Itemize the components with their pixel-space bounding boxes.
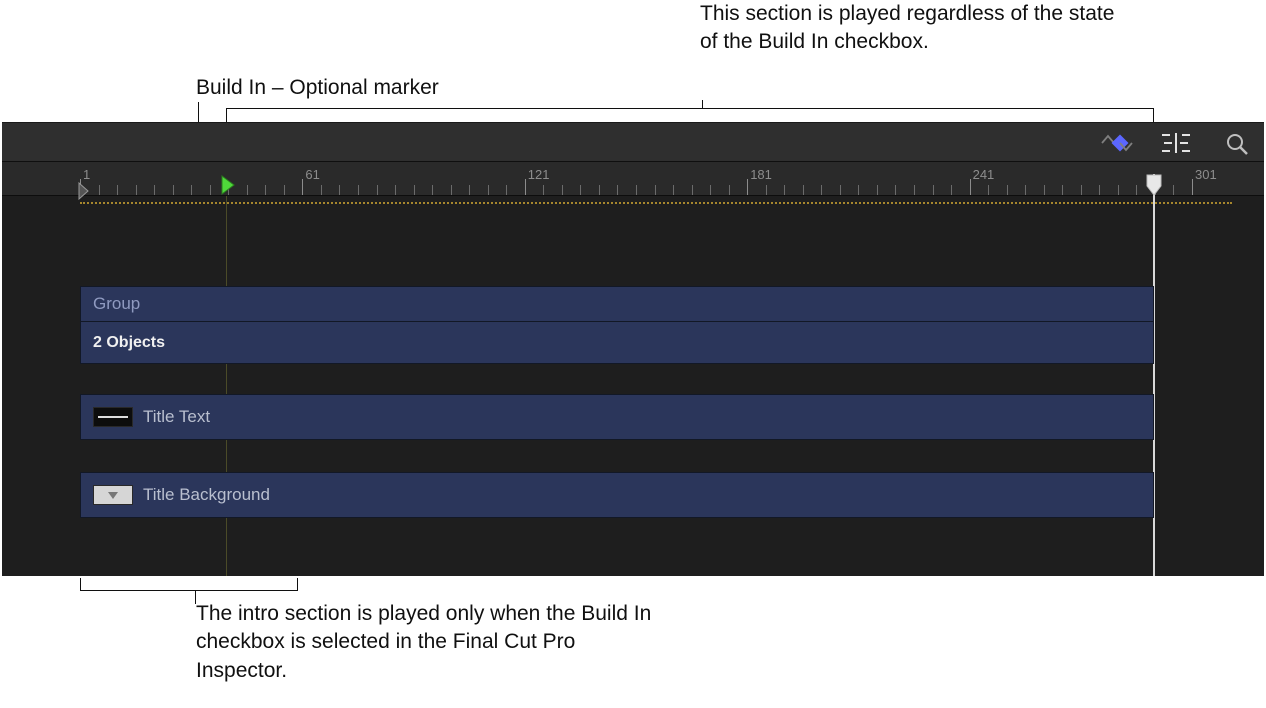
keyframe-icon[interactable] — [1100, 134, 1134, 152]
ruler-tick-minor — [136, 185, 137, 195]
ruler-tick-minor — [247, 185, 248, 195]
ruler-tick-major — [1192, 179, 1193, 195]
ruler-tick-minor — [914, 185, 915, 195]
ruler-tick-minor — [821, 185, 822, 195]
ruler-tick-minor — [655, 185, 656, 195]
ruler-tick-minor — [210, 185, 211, 195]
ruler-tick-label: 1 — [83, 167, 90, 182]
track-label: Title Background — [143, 485, 270, 505]
ruler-tick-minor — [840, 185, 841, 195]
ruler-tick-minor — [636, 185, 637, 195]
timeline-panel: 1 61 121 181 241 301 Group — [2, 122, 1264, 576]
ruler-tick-major — [970, 179, 971, 195]
track-thumbnail — [93, 407, 133, 427]
ruler-tick-minor — [154, 185, 155, 195]
ruler-tick-minor — [99, 185, 100, 195]
ruler-tick-minor — [599, 185, 600, 195]
ruler-tick-major — [525, 179, 526, 195]
ruler-tick-minor — [395, 185, 396, 195]
ruler-tick-minor — [432, 185, 433, 195]
ruler-tick-minor — [1099, 185, 1100, 195]
group-label: Group — [93, 294, 140, 314]
ruler-tick-minor — [729, 185, 730, 195]
ruler-tick-minor — [1173, 185, 1174, 195]
track-thumbnail — [93, 485, 133, 505]
ruler-tick-minor — [339, 185, 340, 195]
ruler-tick-minor — [1025, 185, 1026, 195]
play-range-indicator — [80, 202, 1232, 204]
ruler-tick-minor — [284, 185, 285, 195]
ruler-tick-minor — [692, 185, 693, 195]
ruler-tick-minor — [1062, 185, 1063, 195]
ruler-tick-minor — [377, 185, 378, 195]
ruler-tick-minor — [1007, 185, 1008, 195]
callout-top-right: This section is played regardless of the… — [700, 0, 1120, 57]
ruler-tick-minor — [803, 185, 804, 195]
timeline-body[interactable]: Group 2 Objects Title Text Title Backgro… — [2, 196, 1264, 576]
ruler-tick-minor — [784, 185, 785, 195]
ruler-tick-minor — [488, 185, 489, 195]
title-text-track[interactable]: Title Text — [80, 394, 1154, 440]
bottom-bracket — [80, 578, 298, 598]
ruler-tick-minor — [988, 185, 989, 195]
ruler-tick-minor — [543, 185, 544, 195]
ruler-tick-minor — [191, 185, 192, 195]
build-in-marker-line — [226, 196, 227, 576]
ruler-tick-minor — [321, 185, 322, 195]
ruler-tick-minor — [562, 185, 563, 195]
ruler-tick-minor — [673, 185, 674, 195]
snap-icon[interactable] — [1158, 131, 1194, 155]
ruler-tick-minor — [173, 185, 174, 195]
ruler-tick-minor — [506, 185, 507, 195]
ruler-tick-minor — [617, 185, 618, 195]
ruler-tick-minor — [710, 185, 711, 195]
ruler-tick-minor — [1136, 185, 1137, 195]
ruler-tick-minor — [358, 185, 359, 195]
ruler-tick-major — [302, 179, 303, 195]
ruler-tick-minor — [580, 185, 581, 195]
ruler-tick-label: 121 — [528, 167, 550, 182]
ruler-tick-minor — [414, 185, 415, 195]
ruler-tick-minor — [895, 185, 896, 195]
ruler-tick-minor — [858, 185, 859, 195]
ruler-tick-minor — [1118, 185, 1119, 195]
timeline-toolbar — [2, 122, 1264, 162]
group-header-track[interactable]: Group — [80, 286, 1154, 322]
ruler-tick-major — [747, 179, 748, 195]
build-in-marker[interactable] — [220, 174, 236, 196]
ruler-tick-minor — [1044, 185, 1045, 195]
zoom-icon[interactable] — [1224, 131, 1250, 157]
track-label: Title Text — [143, 407, 210, 427]
ruler-tick-minor — [766, 185, 767, 195]
ruler-tick-minor — [1081, 185, 1082, 195]
ruler-tick-label: 181 — [750, 167, 772, 182]
objects-count-label: 2 Objects — [93, 334, 165, 352]
ruler-tick-label: 241 — [973, 167, 995, 182]
timeline-ruler[interactable]: 1 61 121 181 241 301 — [2, 162, 1264, 196]
callout-top-left: Build In – Optional marker — [196, 74, 439, 102]
title-background-track[interactable]: Title Background — [80, 472, 1154, 518]
ruler-tick-label: 61 — [305, 167, 319, 182]
ruler-tick-minor — [265, 185, 266, 195]
callout-bottom: The intro section is played only when th… — [196, 600, 666, 685]
ruler-tick-minor — [117, 185, 118, 195]
ruler-tick-minor — [877, 185, 878, 195]
play-range-begin-marker[interactable] — [78, 182, 90, 200]
ruler-tick-label: 301 — [1195, 167, 1217, 182]
ruler-tick-minor — [951, 185, 952, 195]
ruler-tick-minor — [469, 185, 470, 195]
top-right-bracket — [226, 100, 1154, 122]
ruler-tick-minor — [451, 185, 452, 195]
ruler-tick-minor — [933, 185, 934, 195]
group-body-track[interactable]: 2 Objects — [80, 322, 1154, 364]
